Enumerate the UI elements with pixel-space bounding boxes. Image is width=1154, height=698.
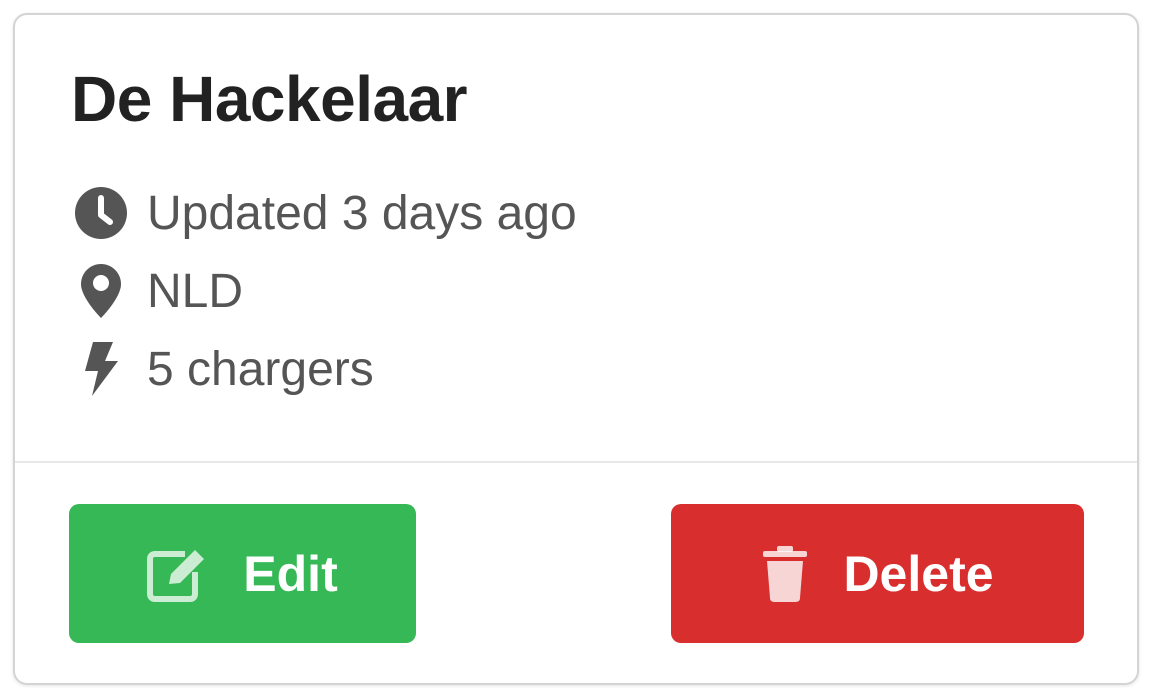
card-actions: Edit Delete [15,463,1137,683]
delete-label: Delete [843,545,994,602]
bolt-icon [71,339,131,399]
updated-meta: Updated 3 days ago [71,183,577,243]
edit-button[interactable]: Edit [69,504,416,643]
clock-icon [71,183,131,243]
chargers-meta: 5 chargers [71,339,374,399]
map-marker-icon [71,261,131,321]
updated-text: Updated 3 days ago [147,186,577,240]
location-card: De Hackelaar Updated 3 days ago NLD 5 ch… [13,13,1139,685]
country-text: NLD [147,264,244,318]
card-title: De Hackelaar [71,63,468,135]
edit-icon [147,546,209,602]
trash-icon [761,545,809,603]
country-meta: NLD [71,261,243,321]
chargers-text: 5 chargers [147,342,374,396]
edit-label: Edit [243,545,338,602]
delete-button[interactable]: Delete [671,504,1084,643]
card-content: De Hackelaar Updated 3 days ago NLD 5 ch… [15,15,1137,463]
